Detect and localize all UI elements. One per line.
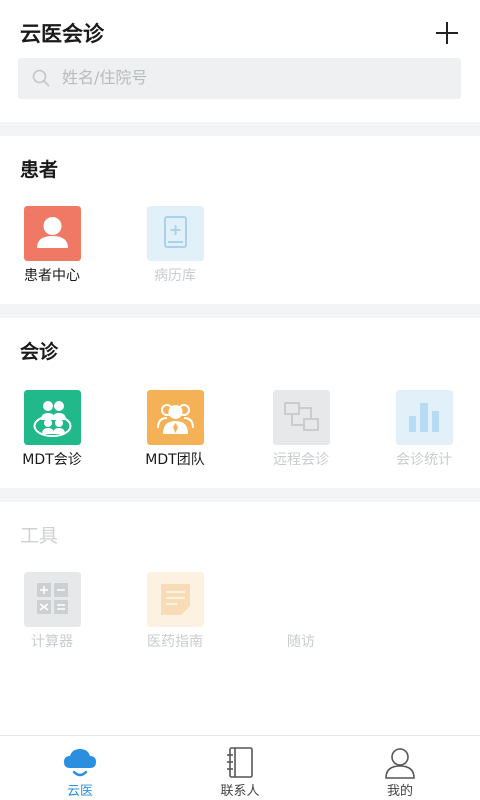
patient-section: 患者 患者中心 病历库	[0, 136, 480, 304]
patient-center-icon	[24, 206, 81, 261]
tile-label: MDT团队	[145, 452, 205, 468]
tile-follow-up[interactable]: 随访	[249, 572, 349, 662]
nav-label: 我的	[386, 784, 413, 799]
search-placeholder: 姓名/住院号	[62, 68, 148, 87]
tile-mdt-consult[interactable]: MDT会诊	[0, 390, 100, 480]
tile-label: 患者中心	[24, 268, 80, 284]
nav-item-contacts[interactable]: 联系人	[160, 736, 320, 800]
app-title: 云医会诊	[20, 22, 104, 46]
user-profile-icon	[385, 748, 415, 779]
medical-record-icon	[147, 206, 204, 261]
tile-calculator[interactable]: 计算器	[0, 572, 100, 662]
tile-label: 远程会诊	[273, 452, 329, 468]
header: 云医会诊 姓名/住院号	[0, 0, 480, 122]
tile-consult-stats[interactable]: 会诊统计	[372, 390, 472, 480]
section-title-tools: 工具	[20, 525, 59, 547]
medicine-guide-icon	[147, 572, 204, 627]
search-input[interactable]: 姓名/住院号	[18, 58, 461, 99]
section-title-patient: 患者	[20, 159, 59, 181]
tile-medical-record[interactable]: 病历库	[123, 206, 223, 296]
section-divider	[0, 488, 480, 502]
bottom-nav: 云医 联系人 我的	[0, 735, 480, 800]
contacts-book-icon	[227, 747, 253, 778]
nav-label: 联系人	[220, 784, 260, 799]
tile-label: 随访	[287, 634, 315, 650]
section-divider	[0, 122, 480, 136]
tile-patient-center[interactable]: 患者中心	[0, 206, 100, 296]
tile-medicine-guide[interactable]: 医药指南	[123, 572, 223, 662]
tile-mdt-team[interactable]: MDT团队	[123, 390, 223, 480]
tile-label: MDT会诊	[22, 452, 82, 468]
tile-label: 会诊统计	[396, 452, 452, 468]
section-title-consult: 会诊	[20, 341, 59, 363]
consult-section: 会诊 MDT会诊 MDT团队 远程会诊 会诊统计	[0, 318, 480, 488]
consult-stats-icon	[396, 390, 453, 445]
remote-consult-icon	[273, 390, 330, 445]
nav-item-me[interactable]: 我的	[320, 736, 480, 800]
tile-label: 计算器	[31, 634, 73, 650]
nav-label: 云医	[66, 784, 93, 799]
search-icon	[32, 69, 50, 87]
nav-item-cloud[interactable]: 云医	[0, 736, 160, 800]
tile-label: 病历库	[154, 268, 196, 284]
mdt-consult-icon	[24, 390, 81, 445]
tile-label: 医药指南	[147, 634, 203, 650]
section-divider	[0, 304, 480, 318]
mdt-team-icon	[147, 390, 204, 445]
calculator-icon	[24, 572, 81, 627]
tile-remote-consult[interactable]: 远程会诊	[249, 390, 349, 480]
plus-icon[interactable]	[434, 20, 460, 46]
tools-section: 工具 计算器 医药指南 随访	[0, 502, 480, 735]
cloud-icon	[64, 749, 96, 777]
